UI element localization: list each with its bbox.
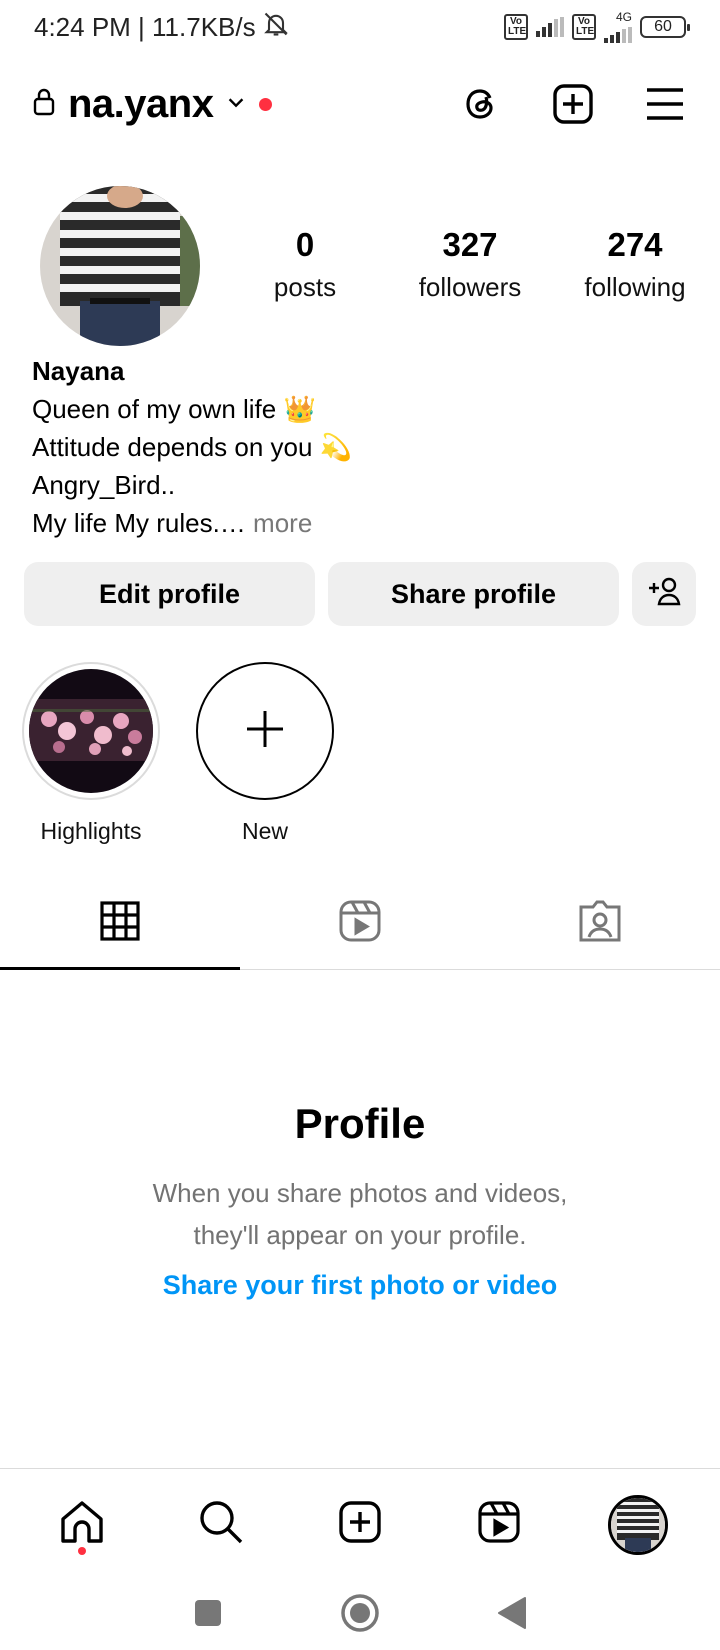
grid-icon [100, 901, 140, 946]
menu-icon[interactable] [642, 81, 688, 127]
profile-avatar-small [608, 1494, 669, 1555]
back-button[interactable] [490, 1593, 534, 1637]
bell-muted-icon [262, 10, 290, 45]
nav-home[interactable] [46, 1489, 118, 1561]
header-actions [458, 81, 688, 127]
empty-state-line: they'll appear on your profile. [193, 1220, 527, 1250]
add-post-icon [338, 1500, 382, 1549]
bio-line: My life My rules.… [32, 508, 246, 538]
nav-create[interactable] [324, 1489, 396, 1561]
following-stat[interactable]: 274 following [580, 226, 690, 303]
profile-actions: Edit profile Share profile [24, 562, 696, 626]
search-icon [198, 1499, 244, 1550]
highlight-cover-image [29, 669, 153, 793]
empty-profile-state: Profile When you share photos and videos… [0, 1100, 720, 1301]
reels-nav-icon [477, 1500, 521, 1549]
home-notification-dot [77, 1546, 86, 1555]
nav-reels[interactable] [463, 1489, 535, 1561]
network-type: 4G [615, 10, 632, 24]
status-bar: 4:24 PM | 11.7KB/s Vo LTE Vo LTE 4G 60 [0, 0, 720, 54]
triangle-back-icon [497, 1596, 527, 1635]
home-button[interactable] [338, 1593, 382, 1637]
create-post-icon[interactable] [550, 81, 596, 127]
highlight-label: Highlights [40, 818, 142, 844]
followers-stat[interactable]: 327 followers [415, 226, 525, 303]
recent-apps-button[interactable] [186, 1593, 230, 1637]
posts-stat[interactable]: 0 posts [250, 226, 360, 303]
highlight-ring [22, 662, 160, 800]
empty-state-text: When you share photos and videos, they'l… [0, 1172, 720, 1256]
empty-state-line: When you share photos and videos, [152, 1178, 568, 1208]
notification-dot [259, 97, 273, 111]
tab-reels[interactable] [240, 878, 480, 969]
status-left: 4:24 PM | 11.7KB/s [34, 10, 290, 45]
profile-avatar[interactable] [40, 186, 200, 346]
lock-icon [32, 87, 56, 122]
chevron-down-icon[interactable] [225, 91, 247, 118]
bio-line: Angry_Bird.. [32, 470, 176, 500]
nav-search[interactable] [185, 1489, 257, 1561]
volte-badge-1: Vo LTE [504, 14, 528, 40]
posts-label: posts [273, 272, 337, 302]
profile-stats: 0 posts 327 followers 274 following [250, 226, 690, 303]
edit-profile-button[interactable]: Edit profile [24, 562, 315, 626]
story-highlights: Highlights New [22, 662, 334, 845]
following-count: 274 [607, 226, 663, 263]
threads-icon[interactable] [458, 81, 504, 127]
square-icon [194, 1599, 222, 1632]
bio-line: Attitude depends on you 💫 [32, 432, 353, 462]
time-and-speed: 4:24 PM | 11.7KB/s [34, 11, 256, 42]
empty-state-title: Profile [294, 1100, 426, 1147]
bio-line: Queen of my own life 👑 [32, 394, 316, 424]
new-highlight[interactable]: New [196, 662, 334, 845]
discover-people-button[interactable] [632, 562, 696, 626]
tagged-person-icon [578, 899, 622, 948]
signal-strength-icon-1 [536, 17, 564, 37]
new-highlight-circle [196, 662, 334, 800]
volte-badge-2: Vo LTE [572, 14, 596, 40]
signal-strength-icon-2 [604, 23, 632, 43]
tab-posts-grid[interactable] [0, 878, 240, 970]
followers-label: followers [418, 272, 522, 302]
account-switcher[interactable]: na.yanx [32, 82, 458, 127]
reels-icon [338, 899, 382, 948]
plus-icon [245, 709, 285, 754]
nav-profile[interactable] [602, 1489, 674, 1561]
share-profile-button[interactable]: Share profile [328, 562, 619, 626]
profile-header: na.yanx [0, 72, 720, 136]
posts-count: 0 [295, 226, 315, 263]
followers-count: 327 [442, 226, 498, 263]
status-right: Vo LTE Vo LTE 4G 60 [504, 11, 690, 43]
profile-bio: Nayana Queen of my own life 👑 Attitude d… [32, 352, 672, 542]
network-indicator: 4G [604, 11, 632, 43]
new-highlight-label: New [241, 818, 288, 844]
battery-level: 60 [654, 18, 672, 35]
add-person-icon [647, 576, 681, 613]
tab-tagged[interactable] [480, 878, 720, 969]
highlight-item[interactable]: Highlights [22, 662, 160, 845]
share-first-photo-link[interactable]: Share your first photo or video [163, 1270, 558, 1301]
following-label: following [584, 272, 686, 302]
home-icon [59, 1499, 105, 1550]
battery-icon: 60 [640, 16, 690, 38]
circle-home-icon [340, 1593, 380, 1638]
bio-line-last: My life My rules.… more [32, 504, 672, 542]
username[interactable]: na.yanx [68, 82, 214, 127]
bottom-navigation [0, 1468, 720, 1580]
more-link[interactable]: more [253, 508, 312, 538]
profile-tabs [0, 878, 720, 970]
system-navigation-bar [0, 1580, 720, 1650]
display-name: Nayana [32, 356, 125, 386]
